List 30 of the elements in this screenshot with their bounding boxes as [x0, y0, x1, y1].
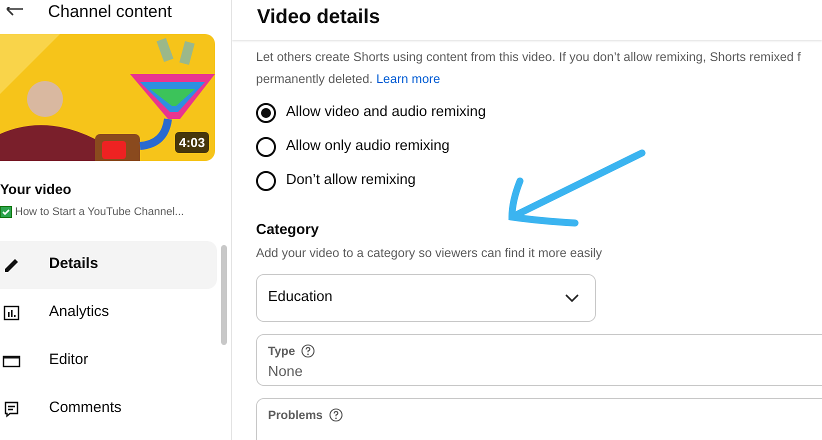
problems-field[interactable]: Problems: [256, 398, 822, 440]
help-icon[interactable]: [328, 408, 343, 422]
video-title: How to Start a YouTube Channel...: [15, 205, 184, 220]
nav-item[interactable]: Comments: [0, 384, 217, 432]
type-field[interactable]: Type None: [256, 334, 822, 386]
description-text: permanently deleted. Learn more: [256, 71, 442, 88]
back-icon[interactable]: [6, 7, 24, 17]
duration-badge: 4:03: [174, 132, 209, 153]
page-title: Channel content: [48, 2, 172, 22]
page-heading: Video details: [257, 5, 380, 30]
description-text: Add your video to a category so viewers can find it more easily: [256, 244, 604, 262]
comment-icon: [2, 399, 21, 418]
chevron-down-icon: [565, 294, 579, 302]
field-value: None: [268, 362, 304, 382]
radio-option[interactable]: Don’t allow remixing: [256, 164, 822, 198]
field-label: Problems: [268, 406, 323, 424]
radio-option[interactable]: Allow video and audio remixing: [256, 96, 822, 130]
field-label: Type: [268, 342, 296, 360]
section-title: Category: [256, 221, 320, 240]
description-text: Let others create Shorts using content from this video. If you don’t allow remixing, Shorts remixed f: [256, 49, 802, 66]
nav-item[interactable]: Editor: [0, 336, 217, 384]
radio-option[interactable]: Allow only audio remixing: [256, 130, 822, 164]
nav-item[interactable]: Details: [0, 240, 217, 288]
help-icon[interactable]: [301, 344, 316, 358]
learn-more-link[interactable]: Learn more: [376, 72, 440, 86]
chart-icon: [2, 303, 21, 322]
nav-item[interactable]: Analytics: [0, 288, 217, 336]
scrollbar[interactable]: [221, 245, 227, 345]
category-dropdown[interactable]: Education: [256, 274, 596, 322]
section-label: Your video: [0, 180, 72, 199]
